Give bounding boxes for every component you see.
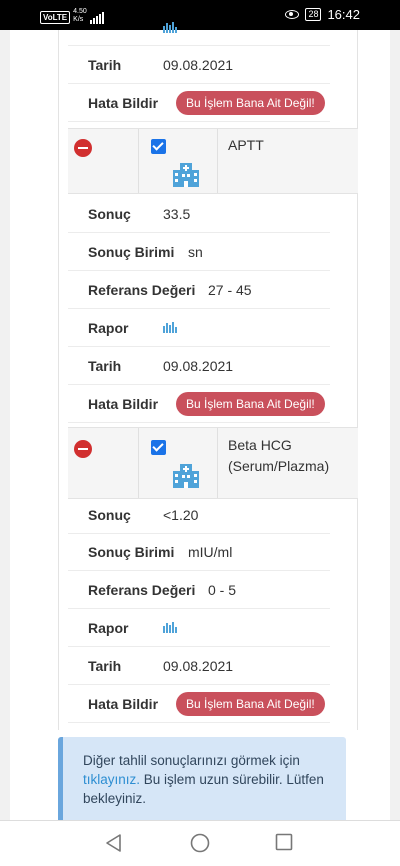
info-text-before: Diğer tahlil sonuçlarınızı görmek için: [83, 753, 300, 768]
tarih-row: Tarih 09.08.2021: [68, 647, 330, 685]
system-nav-bar: [0, 820, 400, 866]
tarih-value: 09.08.2021: [163, 657, 234, 674]
tarih-value: 09.08.2021: [163, 357, 234, 374]
home-icon[interactable]: [190, 833, 210, 853]
sonuc-birimi-row: Sonuç Birimi mIU/ml: [68, 533, 330, 571]
sonuc-label: Sonuç: [88, 205, 131, 222]
tarih-label: Tarih: [88, 56, 122, 73]
test-header-beta-hcg: Beta HCG (Serum/Plazma): [68, 427, 358, 499]
referans-label: Referans Değeri: [88, 581, 196, 598]
referans-value: 0 - 5: [208, 581, 237, 598]
sonuc-birimi-row: Sonuç Birimi sn: [68, 233, 330, 271]
remove-icon[interactable]: [74, 440, 92, 458]
test-name: APTT: [228, 137, 264, 153]
results-page: Tarih 09.08.2021 Hata Bildir Bu İşlem Ba…: [10, 21, 390, 827]
sonuc-birimi-value: mIU/ml: [188, 543, 233, 560]
report-error-button[interactable]: Bu İşlem Bana Ait Değil!: [176, 90, 325, 115]
test-checkbox[interactable]: [151, 440, 166, 455]
tarih-row: Tarih 09.08.2021: [68, 347, 330, 385]
sonuc-value: 33.5: [163, 205, 191, 222]
report-chart-icon[interactable]: [163, 320, 177, 336]
report-chart-icon[interactable]: [163, 620, 177, 636]
more-results-link[interactable]: tıklayınız.: [83, 772, 140, 787]
tarih-value: 09.08.2021: [163, 56, 234, 73]
referans-label: Referans Değeri: [88, 281, 196, 298]
sonuc-row: Sonuç 33.5: [68, 195, 330, 233]
test-select-cell: [138, 428, 218, 498]
rapor-row-partial: [68, 10, 330, 46]
tarih-label: Tarih: [88, 657, 122, 674]
tarih-row: Tarih 09.08.2021: [68, 46, 330, 84]
test-header-aptt: APTT: [68, 128, 358, 194]
hata-label: Hata Bildir: [88, 695, 159, 712]
clock: 16:42: [327, 7, 360, 22]
report-error-button[interactable]: Bu İşlem Bana Ait Değil!: [176, 391, 325, 416]
sonuc-birimi-label: Sonuç Birimi: [88, 243, 175, 260]
hata-row: Hata Bildir Bu İşlem Bana Ait Değil!: [68, 385, 330, 423]
hata-label: Hata Bildir: [88, 94, 159, 111]
sonuc-birimi-label: Sonuç Birimi: [88, 543, 175, 560]
report-error-button[interactable]: Bu İşlem Bana Ait Değil!: [176, 691, 325, 716]
rapor-row: Rapor: [68, 309, 330, 347]
hata-row: Hata Bildir Bu İşlem Bana Ait Değil!: [68, 84, 330, 122]
test-name-line1: Beta HCG: [228, 437, 292, 453]
report-chart-icon[interactable]: [163, 20, 177, 36]
sonuc-label: Sonuç: [88, 506, 131, 523]
recents-icon[interactable]: [275, 833, 293, 851]
hospital-icon: [173, 163, 199, 187]
volte-indicator: VoLTE: [40, 11, 71, 24]
referans-row: Referans Değeri 27 - 45: [68, 271, 330, 309]
info-alert: Diğer tahlil sonuçlarınızı görmek için t…: [58, 737, 346, 827]
tarih-label: Tarih: [88, 357, 122, 374]
test-name: Beta HCG (Serum/Plazma): [228, 435, 329, 477]
hata-label: Hata Bildir: [88, 395, 159, 412]
sonuc-value: <1.20: [163, 506, 199, 523]
remove-icon[interactable]: [74, 139, 92, 157]
back-icon[interactable]: [104, 833, 122, 853]
sonuc-row: Sonuç <1.20: [68, 496, 330, 534]
referans-value: 27 - 45: [208, 281, 252, 298]
rapor-label: Rapor: [88, 619, 129, 636]
hospital-icon: [173, 464, 199, 488]
hata-row: Hata Bildir Bu İşlem Bana Ait Değil!: [68, 685, 330, 723]
test-name-line2: (Serum/Plazma): [228, 458, 330, 474]
rapor-label: Rapor: [88, 319, 129, 336]
sonuc-birimi-value: sn: [188, 243, 203, 260]
test-select-cell: [138, 129, 218, 193]
referans-row: Referans Değeri 0 - 5: [68, 571, 330, 609]
rapor-row: Rapor: [68, 609, 330, 647]
test-checkbox[interactable]: [151, 139, 166, 154]
